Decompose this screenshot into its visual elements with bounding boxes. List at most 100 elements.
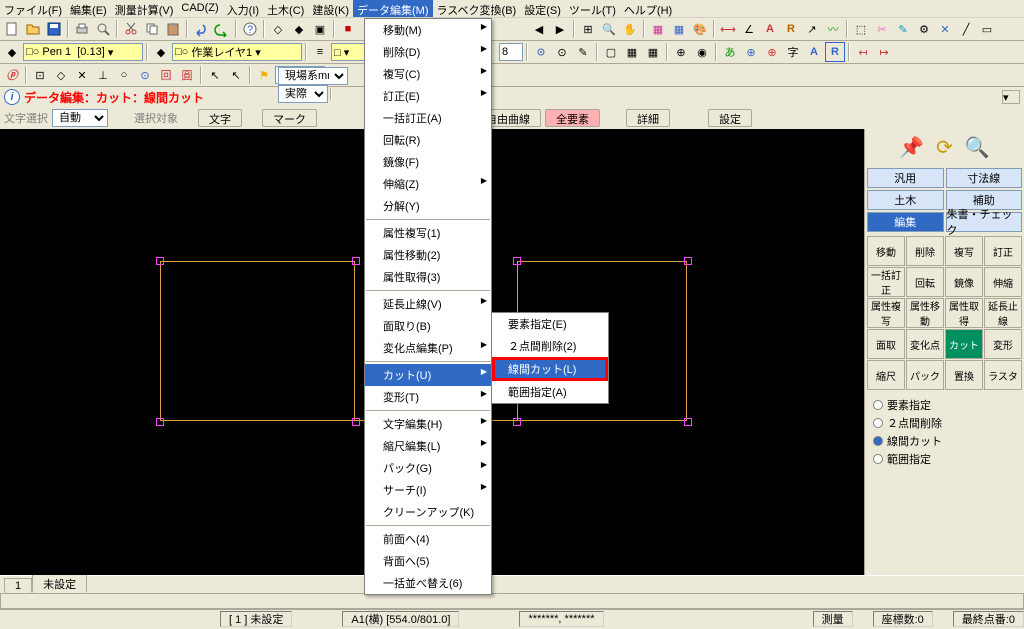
menu-item[interactable]: 鏡像(F) [365, 151, 491, 173]
rp-cell[interactable]: 変形 [984, 329, 1022, 359]
menu-item[interactable]: 一括訂正(A) [365, 107, 491, 129]
prop-icon[interactable]: ⚙ [914, 19, 934, 39]
opt-btn-mark[interactable]: マーク [262, 109, 317, 127]
menu-item[interactable]: 分解(Y) [365, 195, 491, 217]
toggle-3-icon[interactable]: ▦ [643, 42, 663, 62]
rp-cell[interactable]: 置換 [945, 360, 983, 390]
text-r2-icon[interactable]: R [825, 42, 845, 62]
rp-cell[interactable]: 伸縮 [984, 267, 1022, 297]
pan-icon[interactable]: ✋ [620, 19, 640, 39]
snap-end-icon[interactable]: ⊡ [30, 65, 50, 85]
menu-item[interactable]: クリーンアップ(K) [365, 501, 491, 523]
menu-item[interactable]: 複写(C) [365, 63, 491, 85]
rp-list-item[interactable]: 範囲指定 [873, 450, 1016, 468]
submenu-item[interactable]: 範囲指定(A) [492, 381, 608, 403]
rp-list-item[interactable]: 要素指定 [873, 396, 1016, 414]
tool-icon-1[interactable]: ◇ [268, 19, 288, 39]
rp-cell[interactable]: 訂正 [984, 236, 1022, 266]
menu-item[interactable]: 変化点編集(P) [365, 337, 491, 359]
drawing-rect-left[interactable] [160, 261, 355, 421]
rp-cell[interactable]: 縮尺 [867, 360, 905, 390]
rp-tab-doboku[interactable]: 土木 [867, 190, 944, 210]
point-icon[interactable] [531, 42, 551, 62]
scale-flag-icon[interactable]: ⚑ [254, 65, 274, 85]
rp-tab-edit[interactable]: 編集 [867, 212, 944, 232]
snap-cen-icon[interactable]: ⊙ [135, 65, 155, 85]
menu-kensetsu[interactable]: 建設(K) [308, 0, 353, 17]
rp-cell[interactable]: 属性移動 [906, 298, 944, 328]
zoom-fit-icon[interactable]: ⊞ [578, 19, 598, 39]
copy-icon[interactable] [142, 19, 162, 39]
menu-item[interactable]: 訂正(E) [365, 85, 491, 107]
open-icon[interactable] [23, 19, 43, 39]
cut-icon[interactable] [121, 19, 141, 39]
menu-item[interactable]: 背面へ(5) [365, 550, 491, 572]
opt-btn-settings[interactable]: 設定 [708, 109, 752, 127]
rp-cell[interactable]: 鏡像 [945, 267, 983, 297]
rp-cell[interactable]: 変化点 [906, 329, 944, 359]
rp-cell[interactable]: 複写 [945, 236, 983, 266]
select-icon[interactable]: ⬚ [851, 19, 871, 39]
layer-box[interactable] [499, 43, 523, 61]
coord-sys-combo[interactable]: 現場系mm [278, 67, 348, 85]
paste-icon[interactable] [163, 19, 183, 39]
menu-survey[interactable]: 測量計算(V) [111, 0, 178, 17]
menu-edit[interactable]: 編集(E) [66, 0, 111, 17]
arrow-out-icon[interactable]: ↦ [874, 42, 894, 62]
submenu-item[interactable]: 線間カット(L) [492, 357, 608, 381]
menu-item[interactable]: パック(G) [365, 457, 491, 479]
rp-cell[interactable]: 属性取得 [945, 298, 983, 328]
rp-cell[interactable]: 回転 [906, 267, 944, 297]
handle[interactable] [684, 257, 692, 265]
sheet-tab-unset[interactable]: 未設定 [32, 574, 87, 593]
menu-data-edit[interactable]: データ編集(M) [353, 0, 433, 17]
rect-icon[interactable]: ▭ [977, 19, 997, 39]
rp-cell[interactable]: 一括訂正 [867, 267, 905, 297]
menu-item[interactable]: 文字編集(H) [365, 413, 491, 435]
rp-cell[interactable]: 面取 [867, 329, 905, 359]
hscrollbar[interactable] [0, 593, 1024, 609]
rp-cell[interactable]: カット [945, 329, 983, 359]
box-a-icon[interactable]: あ [720, 42, 740, 62]
line-icon[interactable]: ╱ [956, 19, 976, 39]
menu-item[interactable]: 回転(R) [365, 129, 491, 151]
snap-int-icon[interactable]: ✕ [72, 65, 92, 85]
snap-icon[interactable]: ⊙ [552, 42, 572, 62]
menu-item[interactable]: カット(U) [365, 364, 491, 386]
new-icon[interactable] [2, 19, 22, 39]
refresh-icon[interactable]: ⟳ [936, 135, 953, 160]
undo-icon[interactable] [191, 19, 211, 39]
menu-item[interactable]: 変形(T) [365, 386, 491, 408]
opt-btn-detail[interactable]: 詳細 [626, 109, 670, 127]
text-a2-icon[interactable]: A [804, 42, 824, 62]
rp-tab-dim[interactable]: 寸法線 [946, 168, 1023, 188]
scale-combo[interactable]: 現場系mm 実際 ⟶ ⊢ ⊢ ⊞ ↗ ⟋ ⊢ ⇄ ⇄ ○ ◐ ↘ ⟋ ↗ [275, 66, 325, 84]
menu-item[interactable]: 一括並べ替え(6) [365, 572, 491, 594]
info-dropdown[interactable]: ▾ [1002, 90, 1020, 104]
menu-item[interactable]: 延長止線(V) [365, 293, 491, 315]
edit-icon[interactable]: ✎ [893, 19, 913, 39]
tool-icon-2[interactable]: ◆ [289, 19, 309, 39]
menu-item[interactable]: サーチ(I) [365, 479, 491, 501]
angle-icon[interactable]: ∠ [739, 19, 759, 39]
prev-icon[interactable]: ◀ [529, 19, 549, 39]
dim-icon[interactable]: ⟷ [718, 19, 738, 39]
snap-tan-icon[interactable]: ○ [114, 65, 134, 85]
layer-icon[interactable]: ▦ [669, 19, 689, 39]
handle[interactable] [156, 257, 164, 265]
layer-picker-icon[interactable]: ◆ [151, 42, 171, 62]
rp-list-item[interactable]: ２点間削除 [873, 414, 1016, 432]
grid-icon[interactable]: ▦ [648, 19, 668, 39]
sheet-tab-1[interactable]: 1 [4, 578, 32, 593]
menu-item[interactable]: 移動(M) [365, 19, 491, 41]
char3-icon[interactable]: 字 [783, 42, 803, 62]
menu-item[interactable]: 属性移動(2) [365, 244, 491, 266]
rp-tab-check[interactable]: 朱書・チェック [946, 212, 1023, 232]
menu-input[interactable]: 入力(I) [223, 0, 263, 17]
dropper-icon[interactable]: ✎ [573, 42, 593, 62]
rp-cell[interactable]: 延長止線 [984, 298, 1022, 328]
rp-cell[interactable]: 削除 [906, 236, 944, 266]
menu-settings[interactable]: 設定(S) [520, 0, 565, 17]
menu-doboku[interactable]: 土木(C) [263, 0, 308, 17]
menu-item[interactable]: 面取り(B) [365, 315, 491, 337]
